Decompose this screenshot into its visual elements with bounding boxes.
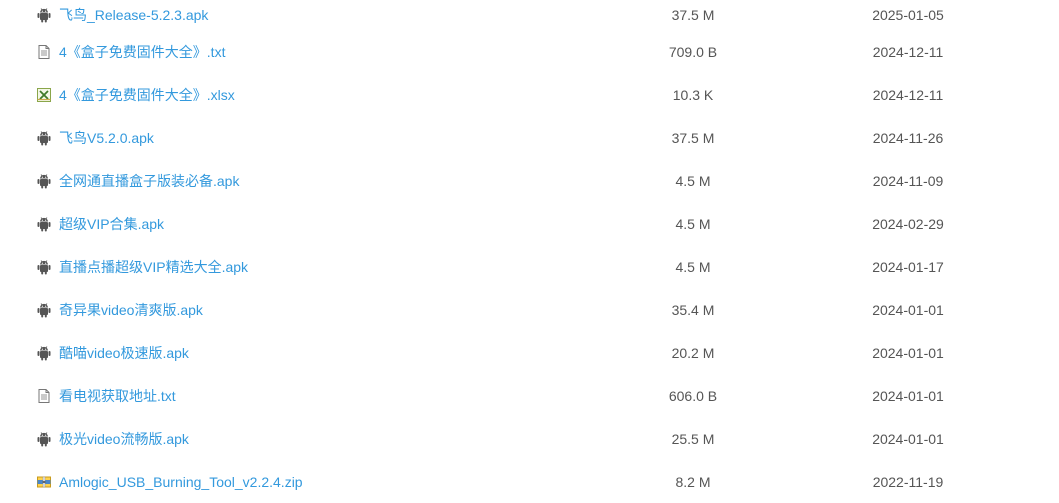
file-name-link[interactable]: 全网通直播盒子版装必备.apk (59, 171, 239, 191)
excel-file-icon (36, 87, 52, 103)
zip-file-icon (36, 474, 52, 490)
file-date: 2024-12-11 (872, 86, 944, 103)
file-size: 25.5 M (671, 430, 715, 447)
file-name-link[interactable]: 超级VIP合集.apk (59, 214, 164, 234)
file-name-link[interactable]: 飞鸟_Release-5.2.3.apk (59, 5, 208, 25)
file-date: 2024-01-01 (872, 387, 944, 404)
file-row: 飞鸟_Release-5.2.3.apk 37.5 M 2025-01-05 (0, 0, 1059, 30)
text-file-icon (36, 44, 52, 60)
file-date: 2024-02-29 (872, 215, 944, 232)
file-row: 看电视获取地址.txt 606.0 B 2024-01-01 (0, 374, 1059, 417)
file-date: 2024-01-01 (872, 301, 944, 318)
android-icon (36, 130, 52, 146)
file-row: Amlogic_USB_Burning_Tool_v2.2.4.zip 8.2 … (0, 460, 1059, 503)
android-icon (36, 7, 52, 23)
file-size: 10.3 K (672, 86, 714, 103)
file-name-link[interactable]: 飞鸟V5.2.0.apk (59, 128, 154, 148)
file-name-link[interactable]: Amlogic_USB_Burning_Tool_v2.2.4.zip (59, 474, 303, 490)
file-date: 2024-01-17 (872, 258, 944, 275)
file-date: 2025-01-05 (872, 7, 944, 23)
file-name-link[interactable]: 酷喵video极速版.apk (59, 343, 189, 363)
file-row: 直播点播超级VIP精选大全.apk 4.5 M 2024-01-17 (0, 245, 1059, 288)
file-date: 2024-01-01 (872, 430, 944, 447)
file-size: 4.5 M (675, 215, 711, 232)
file-name-link[interactable]: 4《盒子免费固件大全》.txt (59, 42, 225, 62)
file-date: 2024-12-11 (872, 43, 944, 60)
file-row: 4《盒子免费固件大全》.xlsx 10.3 K 2024-12-11 (0, 73, 1059, 116)
file-row: 全网通直播盒子版装必备.apk 4.5 M 2024-11-09 (0, 159, 1059, 202)
file-size: 8.2 M (675, 473, 711, 490)
file-row: 飞鸟V5.2.0.apk 37.5 M 2024-11-26 (0, 116, 1059, 159)
file-size: 35.4 M (671, 301, 715, 318)
android-icon (36, 173, 52, 189)
file-name-link[interactable]: 看电视获取地址.txt (59, 386, 176, 406)
file-row: 超级VIP合集.apk 4.5 M 2024-02-29 (0, 202, 1059, 245)
text-file-icon (36, 388, 52, 404)
android-icon (36, 302, 52, 318)
android-icon (36, 431, 52, 447)
android-icon (36, 216, 52, 232)
android-icon (36, 259, 52, 275)
file-row: 酷喵video极速版.apk 20.2 M 2024-01-01 (0, 331, 1059, 374)
file-size: 4.5 M (675, 258, 711, 275)
file-name-link[interactable]: 4《盒子免费固件大全》.xlsx (59, 85, 235, 105)
file-row: 奇异果video清爽版.apk 35.4 M 2024-01-01 (0, 288, 1059, 331)
file-date: 2024-11-09 (872, 172, 944, 189)
file-date: 2024-01-01 (872, 344, 944, 361)
file-row: 极光video流畅版.apk 25.5 M 2024-01-01 (0, 417, 1059, 460)
file-size: 37.5 M (671, 129, 715, 146)
file-name-link[interactable]: 极光video流畅版.apk (59, 429, 189, 449)
file-size: 20.2 M (671, 344, 715, 361)
file-size: 37.5 M (671, 7, 715, 23)
file-size: 4.5 M (675, 172, 711, 189)
file-date: 2022-11-19 (872, 473, 944, 490)
file-list: 飞鸟_Release-5.2.3.apk 37.5 M 2025-01-05 4… (0, 0, 1059, 503)
file-name-link[interactable]: 直播点播超级VIP精选大全.apk (59, 257, 248, 277)
file-row: 4《盒子免费固件大全》.txt 709.0 B 2024-12-11 (0, 30, 1059, 73)
android-icon (36, 345, 52, 361)
file-size: 606.0 B (668, 387, 718, 404)
file-date: 2024-11-26 (872, 129, 944, 146)
file-name-link[interactable]: 奇异果video清爽版.apk (59, 300, 203, 320)
file-size: 709.0 B (668, 43, 718, 60)
